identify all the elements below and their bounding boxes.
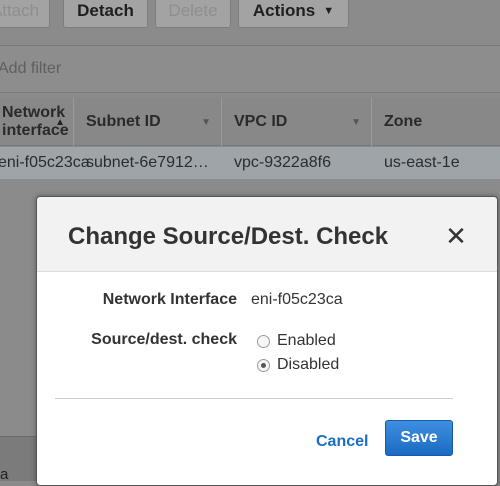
column-header-subnet-id[interactable]: Subnet ID ▼ [73, 98, 221, 146]
filter-bar[interactable]: Add filter [0, 45, 500, 93]
detach-button[interactable]: Detach [63, 0, 148, 28]
column-label: Zone [384, 113, 423, 130]
radio-label-enabled: Enabled [277, 332, 336, 349]
column-label: Subnet ID [86, 113, 161, 130]
column-header-vpc-id[interactable]: VPC ID ▼ [221, 98, 371, 146]
network-interface-value: eni-f05c23ca [251, 291, 343, 308]
cell-network-interface: eni-f05c23ca [0, 154, 90, 171]
dialog-header: Change Source/Dest. Check ✕ [37, 197, 497, 272]
save-button[interactable]: Save [385, 420, 453, 456]
save-label: Save [400, 429, 438, 446]
close-icon[interactable]: ✕ [445, 223, 467, 249]
network-interface-label: Network Interface [102, 291, 237, 308]
filter-placeholder: Add filter [0, 60, 62, 77]
radio-enabled[interactable]: Enabled [257, 332, 336, 350]
sort-icon: ▼ [351, 116, 361, 128]
column-header-zone[interactable]: Zone [371, 98, 500, 146]
cell-vpc-id: vpc-9322a8f6 [234, 154, 331, 171]
cell-subnet-id: subnet-6e7912… [86, 154, 209, 171]
radio-disabled[interactable]: Disabled [257, 356, 339, 374]
chevron-down-icon: ▼ [323, 5, 335, 17]
change-source-dest-check-dialog: Change Source/Dest. Check ✕ Network Inte… [36, 196, 498, 486]
source-dest-check-label: Source/dest. check [91, 331, 237, 348]
cell-zone: us-east-1e [384, 154, 460, 171]
dialog-divider [55, 398, 453, 399]
table-header: Network interface ▲ Subnet ID ▼ VPC ID ▼… [0, 98, 500, 146]
column-label: VPC ID [234, 113, 288, 130]
delete-label: Delete [168, 1, 218, 20]
actions-label: Actions [252, 1, 316, 20]
column-header-network-interface[interactable]: Network interface ▲ [0, 98, 73, 146]
actions-button[interactable]: Actions ▼ [238, 0, 349, 28]
delete-button[interactable]: Delete [155, 0, 231, 28]
dialog-title: Change Source/Dest. Check [68, 223, 389, 250]
attach-button[interactable]: Attach [0, 0, 50, 28]
sort-ascending-icon: ▲ [55, 116, 65, 128]
radio-button-enabled[interactable] [257, 334, 270, 348]
sort-icon: ▼ [201, 116, 211, 128]
details-pane-text: a [0, 466, 9, 483]
detach-label: Detach [77, 1, 134, 20]
cancel-button[interactable]: Cancel [316, 433, 368, 451]
table-row[interactable]: eni-f05c23ca subnet-6e7912… vpc-9322a8f6… [0, 147, 500, 179]
radio-button-disabled[interactable] [257, 358, 270, 372]
radio-label-disabled: Disabled [277, 356, 340, 373]
